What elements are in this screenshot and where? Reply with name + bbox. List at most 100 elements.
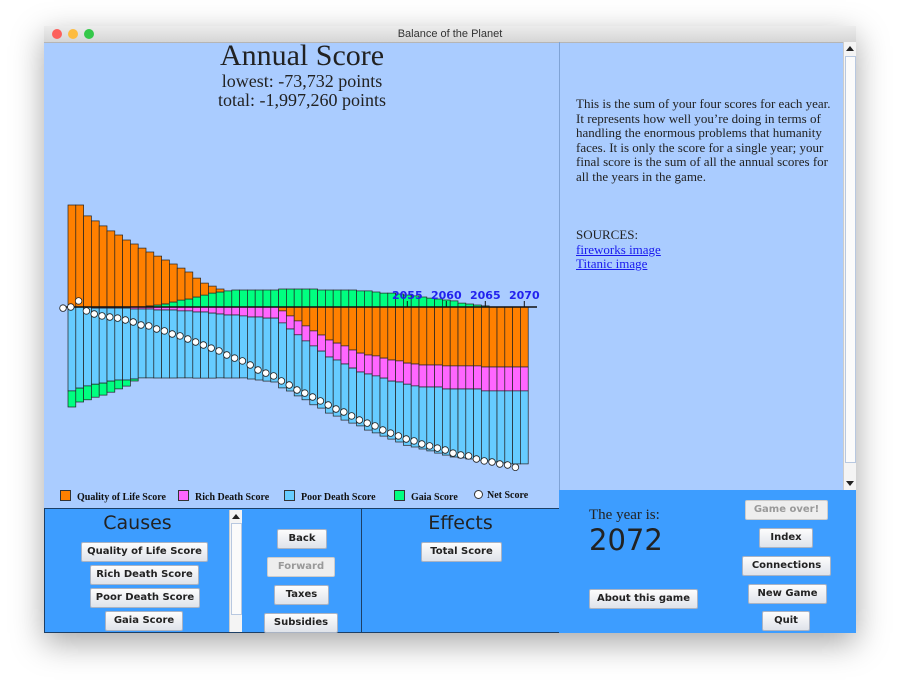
net-score-point xyxy=(324,401,332,409)
rich-bar xyxy=(403,362,412,385)
rich-bar xyxy=(317,334,326,352)
gaia-bar xyxy=(309,288,318,308)
rich-bar xyxy=(364,354,373,375)
gaia-bar xyxy=(262,289,272,308)
gaia-bar xyxy=(356,290,365,308)
poor-bar xyxy=(434,386,443,454)
net-score-point xyxy=(480,457,488,465)
gaia-bar xyxy=(247,289,256,308)
net-score-point xyxy=(129,318,137,326)
qol-bar xyxy=(426,306,435,366)
gaia-bar xyxy=(176,299,186,308)
about-button[interactable]: About this game xyxy=(589,589,698,609)
rich-death-button[interactable]: Rich Death Score xyxy=(90,565,199,585)
qol-bar xyxy=(169,263,178,303)
gaia-score-button[interactable]: Gaia Score xyxy=(105,611,183,631)
total-score-button[interactable]: Total Score xyxy=(421,542,502,562)
scroll-up-icon[interactable] xyxy=(846,46,854,51)
causes-scrollbar[interactable] xyxy=(229,510,242,632)
gaia-bar xyxy=(325,289,334,308)
qol-bar xyxy=(286,306,295,317)
net-swatch xyxy=(474,490,483,499)
net-score-point xyxy=(215,347,223,355)
quality-of-life-button[interactable]: Quality of Life Score xyxy=(81,542,208,562)
qol-bar xyxy=(91,220,100,308)
qol-bar xyxy=(176,267,186,301)
rich-bar xyxy=(293,320,303,336)
index-button[interactable]: Index xyxy=(759,528,813,548)
net-score-point xyxy=(371,422,379,430)
new-game-button[interactable]: New Game xyxy=(748,584,827,604)
net-score-point xyxy=(184,335,192,343)
legend-label: Net Score xyxy=(487,490,529,501)
scroll-thumb[interactable] xyxy=(231,523,242,615)
gaia-bar xyxy=(231,289,240,308)
qol-bar xyxy=(192,277,201,298)
rich-bar xyxy=(512,366,521,392)
rich-bar xyxy=(270,306,279,319)
qol-bar xyxy=(512,306,521,368)
gaia-bar xyxy=(91,383,100,398)
fireworks-image-link[interactable]: fireworks image xyxy=(576,242,661,257)
subsidies-button[interactable]: Subsidies xyxy=(264,613,338,633)
qol-bar xyxy=(457,306,467,367)
poor-bar xyxy=(512,390,521,465)
gaia-bar xyxy=(340,289,350,308)
poor-death-button[interactable]: Poor Death Score xyxy=(90,588,200,608)
qol-bar xyxy=(184,271,194,300)
description-scrollbar[interactable] xyxy=(843,42,856,490)
net-score-point xyxy=(152,325,161,333)
current-year: 2072 xyxy=(589,523,663,557)
effects-title: Effects xyxy=(428,512,493,534)
scroll-thumb[interactable] xyxy=(845,56,856,463)
rich-bar xyxy=(418,364,428,388)
poor-bar xyxy=(473,388,482,461)
poor-bar xyxy=(169,309,178,379)
legend-label: Rich Death Score xyxy=(195,492,270,503)
qol-bar xyxy=(403,306,412,364)
qol-bar xyxy=(442,306,451,367)
net-score-point xyxy=(113,314,122,322)
taxes-button[interactable]: Taxes xyxy=(274,585,329,605)
rich-bar xyxy=(457,365,467,390)
net-score-point xyxy=(230,354,239,362)
qol-bar xyxy=(301,306,311,327)
gaia-bar xyxy=(83,385,92,401)
gaia-swatch xyxy=(394,490,405,501)
back-button[interactable]: Back xyxy=(277,529,327,549)
rich-bar xyxy=(278,310,287,324)
gaia-bar xyxy=(130,378,139,382)
poor-bar xyxy=(184,310,194,379)
rich-bar xyxy=(465,365,474,390)
qol-bar xyxy=(75,204,84,308)
poor-bar xyxy=(215,313,225,379)
poor-swatch xyxy=(284,490,295,501)
rich-bar xyxy=(410,363,420,387)
gaia-bar xyxy=(364,290,373,308)
net-score-point xyxy=(394,432,403,440)
poor-bar xyxy=(520,390,529,465)
forward-button[interactable]: Forward xyxy=(267,557,335,577)
poor-bar xyxy=(457,388,467,459)
rich-bar xyxy=(379,357,389,379)
gaia-bar xyxy=(192,296,201,308)
qol-bar xyxy=(496,306,506,368)
titanic-image-link[interactable]: Titanic image xyxy=(576,256,647,271)
gaia-bar xyxy=(278,288,287,308)
rich-bar xyxy=(231,306,240,316)
net-score-point xyxy=(67,303,75,311)
qol-bar xyxy=(98,225,108,308)
net-score-point xyxy=(59,304,67,312)
quit-button[interactable]: Quit xyxy=(762,611,810,631)
game-over-button[interactable]: Game over! xyxy=(745,500,828,520)
net-score-point xyxy=(464,452,473,460)
rich-bar xyxy=(356,352,365,373)
scroll-up-icon[interactable] xyxy=(232,514,240,519)
scroll-down-icon[interactable] xyxy=(846,481,854,486)
connections-button[interactable]: Connections xyxy=(742,556,831,576)
causes-title: Causes xyxy=(103,512,172,534)
legend-rich: Rich Death Score xyxy=(178,490,269,503)
qol-bar xyxy=(122,239,131,308)
qol-bar xyxy=(130,243,139,308)
net-score-point xyxy=(425,442,434,450)
